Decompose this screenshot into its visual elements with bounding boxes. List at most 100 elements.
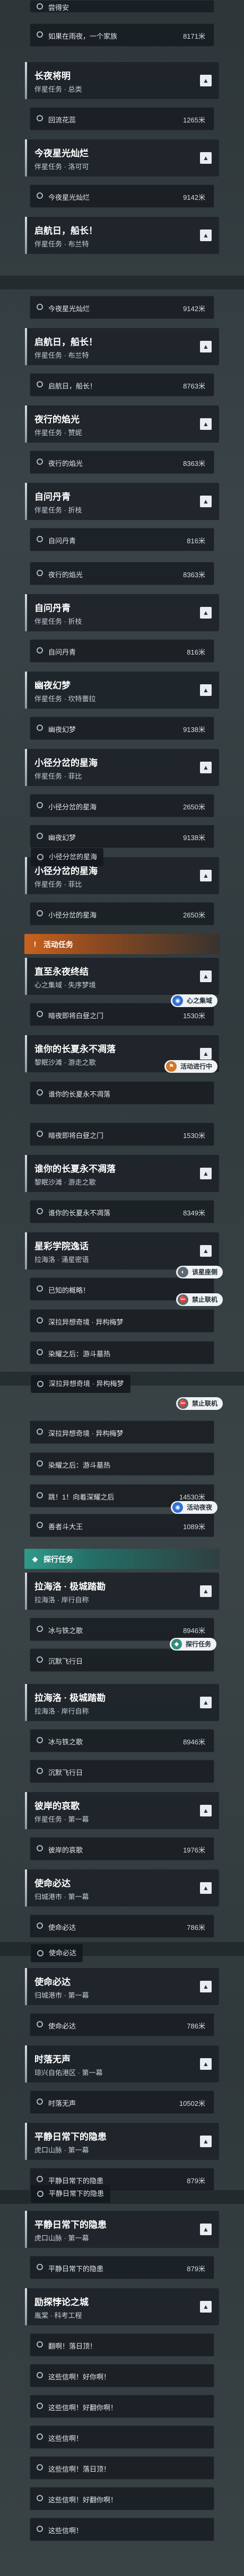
objective-circle-icon (37, 833, 43, 839)
quest-subtitle: 琼兴自佑港区 · 第一幕 (34, 2069, 103, 2077)
quest-header[interactable]: 启航日，船长！ 伴星任务 · 布兰特 ▲ (24, 216, 220, 254)
quest-header[interactable]: 幽夜幻梦 伴星任务 · 坎特蕾拉 ▲ (24, 671, 220, 709)
collapse-toggle-icon[interactable]: ▲ (200, 496, 212, 507)
collapse-toggle-icon[interactable]: ▲ (200, 1585, 212, 1597)
objective-label: 自问丹青 (48, 648, 76, 656)
quest-objective[interactable]: 这些信啊！ (30, 2518, 214, 2541)
quest-objective[interactable]: 小径分岔的星海 2650米 (30, 902, 214, 925)
quest-objective[interactable]: 今夜星光灿烂 9142米 (30, 296, 214, 319)
collapse-toggle-icon[interactable]: ▲ (200, 1168, 212, 1179)
collapse-toggle-icon[interactable]: ▲ (200, 2301, 212, 2313)
quest-objective[interactable]: 使命必达 786米 (30, 1915, 214, 1938)
quest-accent-bar (25, 1573, 27, 1610)
quest-header[interactable]: 启航日，船长！ 伴星任务 · 布兰特 ▲ (24, 328, 220, 366)
quest-objective[interactable]: 平静日常下的隐患 879米 (30, 2256, 214, 2279)
quest-header[interactable]: 拉海洛 · 极城踏勘 拉海洛 · 岸行自称 ▲ (24, 1572, 220, 1610)
floating-objective[interactable]: 小径分岔的星海 (31, 848, 104, 866)
quest-header[interactable]: 小径分岔的星海 伴星任务 · 菲比 ▲ (24, 748, 220, 787)
collapse-toggle-icon[interactable]: ▲ (200, 1805, 212, 1816)
quest-header[interactable]: 谁你的长夏永不凋落 黎眠沙滩 · 游走之歌 ▲ (24, 1154, 220, 1193)
quest-objective[interactable]: 夜行的焰光 8363米 (30, 562, 214, 585)
quest-accent-bar (25, 483, 27, 520)
quest-objective[interactable]: 彼岸的哀歌 1976米 (30, 1837, 214, 1860)
collapse-toggle-icon[interactable]: ▲ (200, 418, 212, 430)
collapse-toggle-icon[interactable]: ▲ (200, 152, 212, 164)
quest-header[interactable]: 夜行的焰光 伴星任务 · 赞妮 ▲ (24, 405, 220, 443)
quest-header[interactable]: 时落无声 琼兴自佑港区 · 第一幕 ▲ (24, 2045, 220, 2083)
quest-objective[interactable]: 自问丹青 816米 (30, 528, 214, 551)
quest-header[interactable]: 拉海洛 · 极城踏勘 拉海洛 · 岸行自称 ▲ (24, 1683, 220, 1722)
quest-header[interactable]: 使命必达 归城港市 · 第一幕 ▲ (24, 1968, 220, 2006)
quest-objective[interactable]: 沉默飞行日 (30, 1648, 214, 1672)
quest-objective[interactable]: 启航日，船长！ 8763米 (30, 373, 214, 396)
quest-objective[interactable]: 这些信啊！好翻你啊！ (30, 2487, 214, 2510)
objective-distance: 1976米 (183, 1846, 205, 1854)
quest-objective[interactable]: 今夜星光灿烂 9142米 (30, 184, 214, 208)
quest-objective[interactable]: 冰与铁之歌 8946米 (30, 1729, 214, 1752)
objective-distance: 9138米 (183, 834, 205, 842)
quest-header[interactable]: 励探悖论之城 胤棠 · 科考工程 ▲ (24, 2288, 220, 2326)
quest-objective[interactable]: 小径分岔的星海 2650米 (30, 794, 214, 817)
quest-accent-bar (25, 2123, 27, 2160)
quest-objective[interactable]: 幽夜幻梦 9138米 (30, 825, 214, 848)
quest-objective[interactable]: 善者斗大王 1089米 (30, 1514, 214, 1537)
quest-header[interactable]: 今夜星光灿烂 伴星任务 · 洛可可 ▲ (24, 139, 220, 177)
quest-objective[interactable]: 深拉异想奇境 · 异构梅梦 (30, 1421, 214, 1444)
quest-objective[interactable]: 回流花蕊 1265米 (30, 107, 214, 130)
quest-objective[interactable]: 这些信啊！好你啊！ (30, 2364, 214, 2387)
quest-header[interactable]: 直至永夜终结 心之集域 · 失序梦境 ▲ (24, 957, 220, 995)
quest-header[interactable]: 彼岸的哀歌 伴星任务 · 第一幕 ▲ (24, 1792, 220, 1830)
quest-objective[interactable]: 谁你的长夏永不凋落 (30, 1081, 214, 1105)
floating-objective[interactable]: 深拉异想奇境 · 异构梅梦 (31, 1375, 130, 1393)
quest-objective[interactable]: 夜行的焰光 8363米 (30, 451, 214, 474)
collapse-toggle-icon[interactable]: ▲ (200, 230, 212, 241)
objective-label: 小径分岔的星海 (48, 803, 97, 811)
collapse-toggle-icon[interactable]: ▲ (200, 1245, 212, 1257)
quest-objective[interactable]: 这些信啊！ (30, 2425, 214, 2449)
collapse-toggle-icon[interactable]: ▲ (200, 870, 212, 881)
quest-objective[interactable]: 时落无声 10502米 (30, 2090, 214, 2114)
floating-objective[interactable]: 平静日常下的隐患 (31, 2185, 111, 2203)
collapse-toggle-icon[interactable]: ▲ (200, 1882, 212, 1894)
collapse-toggle-icon[interactable]: ▲ (200, 2136, 212, 2147)
quest-objective[interactable]: 深拉异想奇境 · 异构梅梦 (30, 1309, 214, 1333)
quest-objective[interactable]: 这些信啊！落日顶！ (30, 2456, 214, 2480)
objective-label: 沉默飞行日 (48, 1769, 83, 1777)
quest-objective[interactable]: 如果在雨夜，一个家族 8171米 (30, 23, 214, 47)
collapse-toggle-icon[interactable]: ▲ (200, 607, 212, 619)
quest-objective[interactable]: 自问丹青 816米 (30, 639, 214, 663)
quest-objective[interactable]: 谁你的长夏永不凋落 8349米 (30, 1200, 214, 1223)
collapse-toggle-icon[interactable]: ▲ (200, 341, 212, 352)
collapse-toggle-icon[interactable]: ▲ (200, 75, 212, 86)
quest-objective[interactable]: 翻啊！落日顶！ (30, 2333, 214, 2357)
quest-header[interactable]: 自问丹青 伴星任务 · 折枝 ▲ (24, 594, 220, 632)
quest-objective[interactable]: 这些信啊！好翻你啊！ (30, 2395, 214, 2418)
quest-header[interactable]: 星彩学院逸话 拉海洛 · 涌星密语 ▲ (24, 1232, 220, 1270)
collapse-toggle-icon[interactable]: ▲ (200, 762, 212, 773)
objective-circle-icon (37, 115, 43, 121)
quest-header[interactable]: 平静日常下的隐患 虎口山脉 · 第一幕 ▲ (24, 2210, 220, 2248)
quest-objective[interactable]: 使命必达 786米 (30, 2013, 214, 2036)
quest-objective[interactable]: 沉默飞行日 (30, 1760, 214, 1783)
objective-label: 使命必达 (48, 2022, 76, 2030)
quest-objective[interactable]: 幽夜幻梦 9138米 (30, 717, 214, 740)
quest-header[interactable]: 长夜将明 伴星任务 · 总类 ▲ (24, 61, 220, 100)
quest-objective[interactable]: 暗夜即将白昼之门 1530米 (30, 1123, 214, 1146)
collapse-toggle-icon[interactable]: ▲ (200, 2224, 212, 2235)
collapse-toggle-icon[interactable]: ▲ (200, 1048, 212, 1060)
collapse-toggle-icon[interactable]: ▲ (200, 971, 212, 982)
quest-header[interactable]: 使命必达 归城港市 · 第一幕 ▲ (24, 1869, 220, 1907)
objective-label: 深拉异想奇境 · 异构梅梦 (48, 1318, 124, 1326)
quest-header[interactable]: 自问丹青 伴星任务 · 折枝 ▲ (24, 482, 220, 521)
collapse-toggle-icon[interactable]: ▲ (200, 1697, 212, 1708)
quest-objective[interactable]: 尝得安 (30, 0, 214, 13)
quest-objective[interactable]: 染耀之后：游斗墓热 (30, 1341, 214, 1364)
quest-header[interactable]: 平静日常下的隐患 虎口山脉 · 第一幕 ▲ (24, 2122, 220, 2160)
quest-objective[interactable]: 染耀之后：游斗墓热 (30, 1452, 214, 1476)
floating-objective[interactable]: 使命必达 (31, 1944, 83, 1962)
status-badge: ◉ 活动夜夜 (171, 1501, 218, 1514)
collapse-toggle-icon[interactable]: ▲ (200, 684, 212, 696)
collapse-toggle-icon[interactable]: ▲ (200, 2058, 212, 2070)
collapse-toggle-icon[interactable]: ▲ (200, 1981, 212, 1992)
objective-label: 今夜星光灿烂 (48, 305, 90, 313)
